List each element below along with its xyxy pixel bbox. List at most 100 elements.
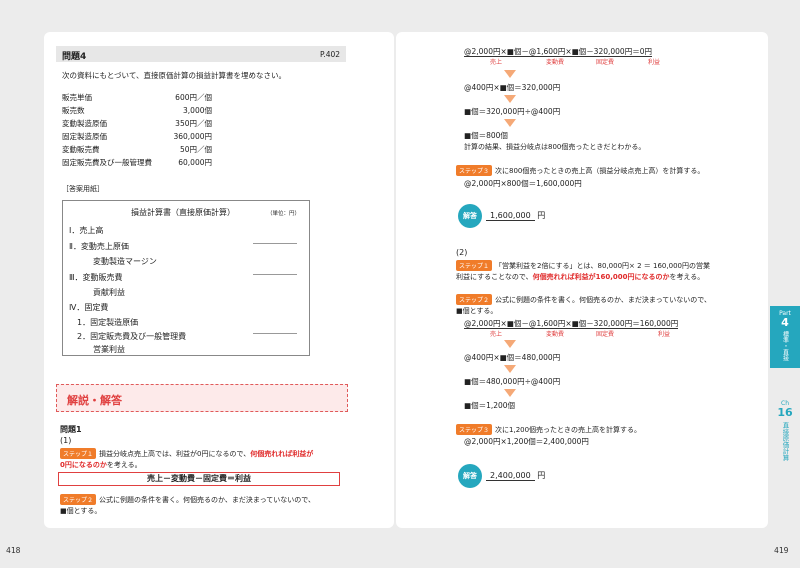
calc-line: @2,000円×800個＝1,600,000円	[464, 179, 582, 188]
data-key: 販売単価	[62, 93, 92, 102]
formula-box: 売上－変動費－固定費＝利益	[58, 472, 340, 486]
calc-line: @2,000円×1,200個＝2,400,000円	[464, 437, 589, 446]
data-key: 固定製造原価	[62, 132, 107, 141]
eq-sublabel: 利益	[658, 331, 671, 338]
equation-1: @2,000円×■個－@1,600円×■個－320,000円＝0円	[464, 46, 652, 57]
data-value: 600円／個	[175, 93, 212, 102]
p2-step1-line: ステップ１ 「営業利益を2倍にする」とは、80,000円× 2 ＝ 160,000…	[456, 260, 710, 271]
step1-line: ステップ１ 損益分岐点売上高では、利益が0円になるので、何個売れれば利益が	[60, 448, 313, 459]
data-value: 60,000円	[178, 158, 212, 167]
eq-term: ＝0円	[632, 47, 652, 57]
data-value: 50円／個	[179, 145, 212, 154]
p2-step1-line2: 利益にすることなので、何個売れれば利益が160,000円になるのかを考える。	[456, 272, 704, 282]
calc-line: ■個＝1,200個	[464, 401, 516, 410]
step-badge: ステップ３	[456, 165, 493, 176]
answer-blank	[253, 243, 297, 244]
equation-2: @2,000円×■個－@1,600円×■個－320,000円＝160,000円	[464, 318, 679, 329]
statement-row: Ⅲ．変動販売費	[69, 273, 123, 282]
data-value: 350円／個	[175, 119, 212, 128]
chapter-tab[interactable]: Ch 16 直接原価計算	[770, 400, 800, 461]
step-text: 次に1,200個売ったときの売上高を計算する。	[495, 426, 642, 434]
statement-row: Ⅳ．固定費	[69, 303, 109, 312]
statement-row: Ⅰ．売上高	[69, 226, 104, 235]
answer-sheet-label: ［答案用紙］	[62, 185, 104, 193]
explanation-heading: 解説・解答	[67, 394, 122, 407]
calc-line: ■個＝800個	[464, 131, 508, 140]
statement-row: 1．固定製造原価	[77, 318, 139, 327]
problem-reference: P.402	[320, 50, 341, 59]
eq-sublabel: 売上	[490, 59, 503, 66]
step-badge: ステップ３	[456, 424, 493, 435]
step-badge: ステップ１	[60, 448, 97, 459]
data-value: 3,000個	[183, 106, 212, 115]
statement-title: 損益計算書（直接原価計算）	[131, 208, 235, 217]
down-arrow-icon	[504, 119, 516, 127]
step2-line2: ■個とする。	[60, 507, 102, 515]
chapter-title: 直接原価計算	[781, 422, 789, 461]
calc-line: @400円×■個＝320,000円	[464, 83, 561, 92]
eq-sublabel: 固定費	[596, 331, 615, 338]
eq-term: －@1,600円×■個	[521, 319, 587, 329]
page-number-right: 419	[774, 546, 789, 555]
down-arrow-icon	[504, 70, 516, 78]
data-key: 変動販売費	[62, 145, 100, 154]
problem-header-bar	[56, 46, 346, 62]
p2-step3-line: ステップ３ 次に1,200個売ったときの売上高を計算する。	[456, 424, 641, 435]
problem-title: 問題4	[62, 52, 87, 62]
eq-sublabel: 固定費	[596, 59, 615, 66]
step-text: を考える。	[106, 461, 142, 469]
statement-row: 2．固定販売費及び一般管理費	[77, 332, 187, 341]
answer-value-line: 2,400,000 円	[486, 470, 545, 481]
data-key: 変動製造原価	[62, 119, 107, 128]
calc-line: ■個＝320,000円÷@400円	[464, 107, 561, 116]
data-key: 販売数	[62, 106, 85, 115]
highlight-text: 0円になるのか	[60, 461, 107, 469]
result-note: 計算の結果、損益分岐点は800個売ったときだとわかる。	[464, 143, 646, 151]
statement-row: Ⅱ．変動売上原価	[69, 242, 129, 251]
step-text: 利益にすることなので、	[456, 273, 533, 281]
step-text: 公式に例題の条件を書く。何個売るのか、まだ決まっていないので、	[495, 296, 711, 304]
calc-line: @400円×■個＝480,000円	[464, 353, 561, 362]
eq-sublabel: 変動費	[546, 331, 565, 338]
part-label: (2)	[456, 248, 468, 257]
step-text: を考える。	[669, 273, 705, 281]
statement-row: 営業利益	[93, 345, 125, 354]
answer-badge: 解答	[458, 204, 482, 228]
part-number: 4	[781, 316, 789, 329]
data-value: 360,000円	[173, 132, 212, 141]
step-text: 次に800個売ったときの売上高（損益分岐点売上高）を計算する。	[495, 167, 705, 175]
answer-blank	[253, 274, 297, 275]
step2-line: ステップ２ 公式に例題の条件を書く。何個売るのか、まだ決まっていないので、	[60, 494, 315, 505]
eq-term: －@1,600円×■個	[521, 47, 587, 57]
down-arrow-icon	[504, 340, 516, 348]
chapter-number: 16	[777, 406, 793, 419]
step-text: 「営業利益を2倍にする」とは、80,000円× 2 ＝ 160,000円の営業	[495, 262, 710, 270]
p2-step2-line: ステップ２ 公式に例題の条件を書く。何個売るのか、まだ決まっていないので、	[456, 294, 711, 305]
statement-unit: （単位：円）	[267, 211, 301, 217]
eq-term: @2,000円×■個	[464, 319, 522, 329]
eq-term: @2,000円×■個	[464, 47, 522, 57]
eq-sublabel: 変動費	[546, 59, 565, 66]
instruction-text: 次の資料にもとづいて、直接原価計算の損益計算書を埋めなさい。	[62, 71, 286, 80]
explanation-heading-box: 解説・解答	[56, 384, 348, 412]
answer-value: 1,600,000	[486, 211, 535, 221]
p2-step2-line2: ■個とする。	[456, 307, 498, 315]
answer-blank	[253, 333, 297, 334]
part-tab[interactable]: Part 4 標準・直接	[770, 306, 800, 368]
step-badge: ステップ１	[456, 260, 493, 271]
highlight-text: 何個売れれば利益が	[250, 450, 314, 458]
down-arrow-icon	[504, 365, 516, 373]
answer-sheet-box: 損益計算書（直接原価計算） （単位：円） Ⅰ．売上高 Ⅱ．変動売上原価 変動製造…	[62, 200, 310, 356]
right-page: @2,000円×■個－@1,600円×■個－320,000円＝0円 売上 変動費…	[396, 32, 768, 528]
statement-row: 変動製造マージン	[93, 257, 157, 266]
answer-value-line: 1,600,000 円	[486, 210, 545, 221]
eq-sublabel: 売上	[490, 331, 503, 338]
step1-line2: 0円になるのかを考える。	[60, 460, 142, 470]
unit-text: 円	[537, 471, 546, 480]
page-number-left: 418	[6, 546, 21, 555]
eq-sublabel: 利益	[648, 59, 661, 66]
unit-text: 円	[537, 211, 546, 220]
step-text: 損益分岐点売上高では、利益が0円になるので、	[99, 450, 251, 458]
highlight-text: 何個売れれば利益が160,000円になるのか	[532, 273, 670, 281]
step-badge: ステップ２	[60, 494, 97, 505]
